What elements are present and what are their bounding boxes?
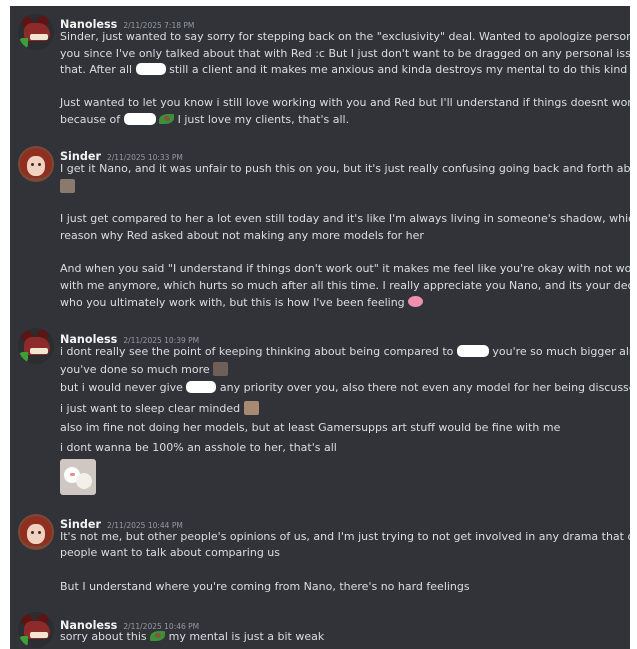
message-text: sorry about this my mental is just a bit… bbox=[60, 630, 325, 643]
message-text: people want to talk about comparing us bbox=[60, 546, 280, 559]
message-text: with me anymore, which hurts so much aft… bbox=[60, 279, 630, 292]
message-text: i dont really see the point of keeping t… bbox=[60, 345, 630, 358]
cat-emoji-icon bbox=[60, 179, 75, 193]
timestamp[interactable]: 2/11/2025 10:33 PM bbox=[107, 153, 183, 162]
message-text: who you ultimately work with, but this i… bbox=[60, 296, 424, 310]
message-text: reason why Red asked about not making an… bbox=[60, 229, 424, 242]
message-text: Sinder, just wanted to say sorry for ste… bbox=[60, 30, 630, 43]
message-text: i dont wanna be 100% an asshole to her, … bbox=[60, 441, 337, 454]
message-text: And when you said "I understand if thing… bbox=[60, 262, 630, 275]
message-text: I just get compared to her a lot even st… bbox=[60, 212, 630, 225]
message-text bbox=[60, 179, 75, 194]
timestamp[interactable]: 2/11/2025 10:39 PM bbox=[123, 336, 199, 345]
message-text: you since I've only talked about that wi… bbox=[60, 47, 630, 60]
redaction-box bbox=[186, 381, 217, 393]
avatar[interactable] bbox=[18, 14, 54, 50]
avatar[interactable] bbox=[18, 514, 54, 550]
avatar[interactable] bbox=[18, 328, 54, 364]
avatar[interactable] bbox=[18, 612, 54, 648]
message-text: i just want to sleep clear minded bbox=[60, 401, 259, 416]
message-text: Just wanted to let you know i still love… bbox=[60, 96, 630, 109]
message-text: that. After all still a client and it ma… bbox=[60, 63, 630, 76]
cat-emoji-icon bbox=[243, 401, 259, 415]
avatar[interactable] bbox=[18, 146, 54, 182]
pink-emoji-icon bbox=[408, 296, 424, 307]
message-text: It's not me, but other people's opinions… bbox=[60, 530, 630, 543]
leaf-emoji-icon bbox=[159, 114, 175, 124]
chat-window: Nanoless 2/11/2025 7:18 PM Sinder, just w… bbox=[10, 6, 630, 649]
message-text: because of I just love my clients, that'… bbox=[60, 113, 350, 126]
redaction-box bbox=[123, 113, 156, 125]
timestamp[interactable]: 2/11/2025 7:18 PM bbox=[123, 21, 194, 30]
redaction-box bbox=[135, 63, 166, 75]
cat-emoji-icon bbox=[213, 362, 229, 376]
timestamp[interactable]: 2/11/2025 10:44 PM bbox=[107, 521, 183, 530]
redaction-box bbox=[456, 345, 489, 357]
message-text: But I understand where you're coming fro… bbox=[60, 580, 470, 593]
message-text: also im fine not doing her models, but a… bbox=[60, 421, 561, 434]
message-text: but i would never give any priority over… bbox=[60, 381, 630, 394]
cat-image[interactable] bbox=[60, 459, 96, 495]
message-text: I get it Nano, and it was unfair to push… bbox=[60, 162, 630, 175]
message-text: you've done so much more bbox=[60, 362, 229, 377]
leaf-emoji-icon bbox=[150, 631, 166, 641]
